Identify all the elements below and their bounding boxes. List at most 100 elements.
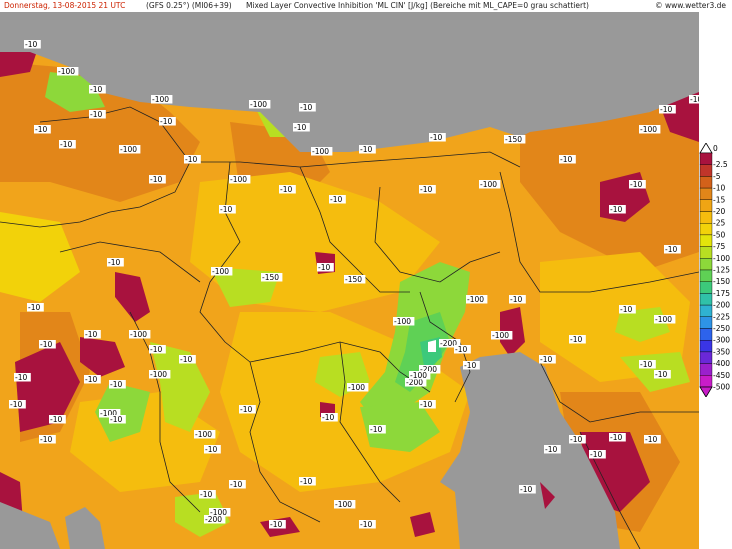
color-legend: 0 -2.5 -5 -10 -15 -20 -25 -50 -75 -100 -125 -150 -1…	[699, 143, 730, 397]
contour-label: -150	[262, 273, 279, 282]
legend-label: -2.5	[713, 160, 728, 169]
contour-label: -10	[150, 175, 162, 184]
contour-label: -10	[180, 355, 192, 364]
legend-swatch	[699, 269, 713, 282]
legend-label: -10	[713, 184, 725, 193]
contour-label: -10	[280, 185, 292, 194]
contour-label: -10	[590, 450, 602, 459]
contour-label: -10	[640, 360, 652, 369]
legend-swatch	[699, 187, 713, 200]
contour-label: -10	[322, 413, 334, 422]
contour-label: -100	[480, 180, 497, 189]
contour-label: -10	[420, 400, 432, 409]
contour-label: -10	[570, 335, 582, 344]
contour-label: -10	[240, 405, 252, 414]
cin-map: -10 -100 -10 -100 -10 -100 -10 -100 -10 -10 -10 -15…	[0, 12, 699, 549]
legend-swatch	[699, 363, 713, 376]
legend-swatch	[699, 375, 713, 388]
contour-label: -10	[90, 110, 102, 119]
contour-label: -10	[15, 373, 27, 382]
contour-label: -10	[160, 117, 172, 126]
contour-label: -10	[420, 185, 432, 194]
contour-label: -10	[40, 340, 52, 349]
forecast-date: Donnerstag, 13-08-2015 21 UTC	[4, 1, 126, 10]
legend-swatch	[699, 222, 713, 236]
contour-label: -10	[110, 380, 122, 389]
legend-label: -25	[713, 219, 725, 228]
contour-label: -10	[40, 435, 52, 444]
legend-label: -450	[713, 371, 730, 380]
legend-swatch	[699, 281, 713, 294]
contour-label: -100	[195, 430, 212, 439]
legend-bottom-arrow	[699, 386, 713, 397]
contour-label: -100	[335, 500, 352, 509]
contour-label: -100	[230, 175, 247, 184]
legend-swatch	[699, 258, 713, 271]
legend-label: -300	[713, 336, 730, 345]
contour-label: -100	[130, 330, 147, 339]
contour-label: -10	[230, 480, 242, 489]
legend-label: -500	[713, 383, 730, 392]
legend-swatch	[699, 293, 713, 306]
legend-label: -175	[713, 289, 730, 298]
contour-label: -100	[152, 95, 169, 104]
contour-label: -10	[10, 400, 22, 409]
contour-label: -10	[25, 40, 37, 49]
contour-label: -10	[360, 520, 372, 529]
legend-label: -5	[713, 172, 721, 181]
legend-swatch	[699, 351, 713, 364]
contour-label: -10	[330, 195, 342, 204]
contour-label: -10	[620, 305, 632, 314]
contour-label: -10	[200, 490, 212, 499]
legend-label: -100	[713, 254, 730, 263]
contour-label: -10	[570, 435, 582, 444]
contour-label: -10	[28, 303, 40, 312]
contour-label: -10	[545, 445, 557, 454]
legend-top-arrow	[699, 143, 713, 154]
legend-label: -20	[713, 207, 725, 216]
legend-label: -400	[713, 359, 730, 368]
contour-label: -10	[108, 258, 120, 267]
contour-label: -100	[120, 145, 137, 154]
legend-swatches: -2.5 -5 -10 -15 -20 -25 -50 -75 -100 -125 -150 -175…	[699, 152, 730, 392]
contour-label: -100	[58, 67, 75, 76]
legend-swatch	[699, 176, 713, 189]
contour-label: -100	[150, 370, 167, 379]
contour-label: -10	[464, 361, 476, 370]
legend-swatch	[699, 316, 713, 329]
legend-label: -150	[713, 277, 730, 286]
contour-label: -10	[60, 140, 72, 149]
contour-label: -150	[345, 275, 362, 284]
contour-label: -10	[35, 125, 47, 134]
legend-label: -250	[713, 324, 730, 333]
legend-label: -125	[713, 266, 730, 275]
contour-label: -100	[467, 295, 484, 304]
contour-label: -100	[348, 383, 365, 392]
legend-top-label: 0	[713, 144, 718, 153]
contour-label: -10	[270, 520, 282, 529]
contour-label: -10	[655, 370, 667, 379]
contour-label: -100	[250, 100, 267, 109]
contour-label: -10	[540, 355, 552, 364]
contour-label: -10	[220, 205, 232, 214]
contour-label: -100	[655, 315, 672, 324]
legend-swatch	[699, 199, 713, 212]
legend-swatch	[699, 152, 713, 165]
map-title: Mixed Layer Convective Inhibition 'ML CI…	[246, 1, 589, 10]
contour-label: -100	[212, 267, 229, 276]
contour-label: -10	[610, 205, 622, 214]
contour-label: -10	[185, 155, 197, 164]
contour-label: -10	[430, 133, 442, 142]
contour-label: -100	[492, 331, 509, 340]
contour-label: -10	[205, 445, 217, 454]
contour-label: -10	[665, 245, 677, 254]
legend-label: -15	[713, 195, 725, 204]
legend-swatch	[699, 211, 713, 224]
legend-label: -200	[713, 301, 730, 310]
contour-label: -150	[505, 135, 522, 144]
contour-label: -10	[645, 435, 657, 444]
site-credit: © www.wetter3.de	[655, 1, 726, 10]
contour-label: -10	[50, 415, 62, 424]
contour-label: -10	[85, 375, 97, 384]
contour-label: -200	[205, 515, 222, 524]
